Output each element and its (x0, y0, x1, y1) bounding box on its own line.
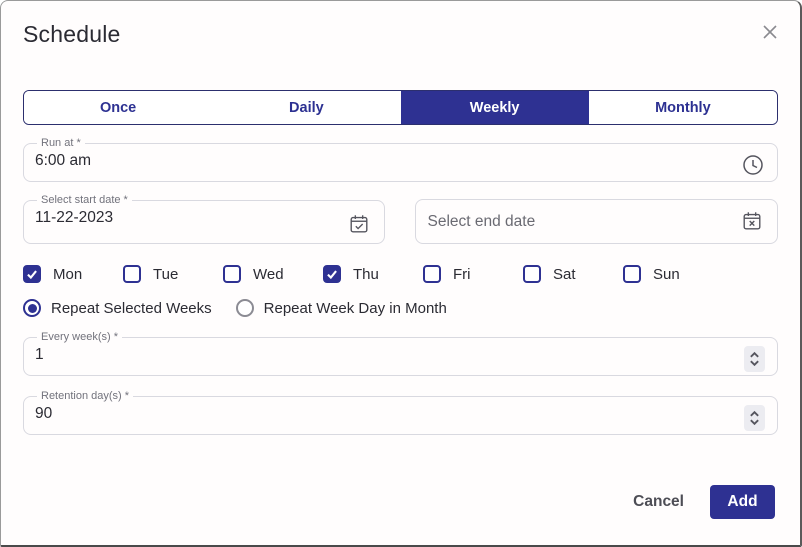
calendar-x-icon[interactable] (741, 210, 765, 234)
tab-once[interactable]: Once (24, 91, 212, 124)
checkbox-wed[interactable] (223, 265, 241, 283)
day-checkbox-sun[interactable]: Sun (623, 265, 723, 283)
radio-repeat-weekday-in-month[interactable]: Repeat Week Day in Month (236, 299, 447, 317)
every-weeks-label: Every week(s) * (37, 331, 122, 343)
every-weeks-field[interactable]: Every week(s) * 1 (23, 331, 778, 376)
day-checkbox-thu[interactable]: Thu (323, 265, 423, 283)
day-checkbox-tue[interactable]: Tue (123, 265, 223, 283)
checkbox-mon[interactable] (23, 265, 41, 283)
day-checkbox-sat[interactable]: Sat (523, 265, 623, 283)
radio-label: Repeat Selected Weeks (51, 300, 212, 317)
checkbox-tue[interactable] (123, 265, 141, 283)
every-weeks-value[interactable]: 1 (35, 343, 765, 364)
day-checkbox-wed[interactable]: Wed (223, 265, 323, 283)
day-label: Mon (53, 266, 82, 283)
every-weeks-stepper[interactable] (744, 346, 765, 372)
retention-days-field[interactable]: Retention day(s) * 90 (23, 390, 778, 435)
day-label: Tue (153, 266, 178, 283)
checkbox-fri[interactable] (423, 265, 441, 283)
schedule-dialog: Schedule Once Daily Weekly Monthly Run a… (0, 0, 802, 547)
run-at-value[interactable]: 6:00 am (35, 149, 765, 170)
radio-repeat-selected-weeks[interactable]: Repeat Selected Weeks (23, 299, 212, 317)
retention-days-value[interactable]: 90 (35, 402, 765, 423)
day-checkbox-mon[interactable]: Mon (23, 265, 123, 283)
day-label: Wed (253, 266, 284, 283)
date-row: Select start date * 11-22-2023 Select en… (23, 194, 778, 244)
tab-weekly[interactable]: Weekly (401, 91, 589, 124)
retention-days-label: Retention day(s) * (37, 390, 133, 402)
dialog-header: Schedule (23, 21, 778, 55)
day-label: Thu (353, 266, 379, 283)
run-at-label: Run at * (37, 137, 85, 149)
end-date-field[interactable]: Select end date (415, 199, 779, 244)
start-date-label: Select start date * (37, 194, 132, 206)
checkbox-sat[interactable] (523, 265, 541, 283)
clock-icon[interactable] (741, 153, 765, 177)
day-label: Sat (553, 266, 576, 283)
day-label: Sun (653, 266, 680, 283)
add-button[interactable]: Add (710, 485, 775, 519)
repeat-mode-row: Repeat Selected Weeks Repeat Week Day in… (23, 299, 778, 317)
run-at-field[interactable]: Run at * 6:00 am (23, 137, 778, 182)
dialog-footer: Cancel Add (633, 485, 775, 519)
cancel-button[interactable]: Cancel (633, 493, 684, 511)
tab-monthly[interactable]: Monthly (589, 91, 777, 124)
checkbox-thu[interactable] (323, 265, 341, 283)
day-label: Fri (453, 266, 471, 283)
tab-daily[interactable]: Daily (212, 91, 400, 124)
schedule-type-tabs: Once Daily Weekly Monthly (23, 90, 778, 125)
day-checkbox-fri[interactable]: Fri (423, 265, 523, 283)
close-icon[interactable] (760, 23, 780, 43)
radio-circle[interactable] (236, 299, 254, 317)
checkbox-sun[interactable] (623, 265, 641, 283)
start-date-value[interactable]: 11-22-2023 (35, 206, 372, 227)
calendar-check-icon[interactable] (348, 213, 372, 237)
retention-days-stepper[interactable] (744, 405, 765, 431)
radio-circle[interactable] (23, 299, 41, 317)
start-date-field[interactable]: Select start date * 11-22-2023 (23, 194, 385, 244)
weekday-checkbox-row: Mon Tue Wed Thu Fri (23, 265, 778, 283)
page-title: Schedule (23, 21, 778, 48)
end-date-placeholder[interactable]: Select end date (428, 213, 536, 231)
radio-label: Repeat Week Day in Month (264, 300, 447, 317)
